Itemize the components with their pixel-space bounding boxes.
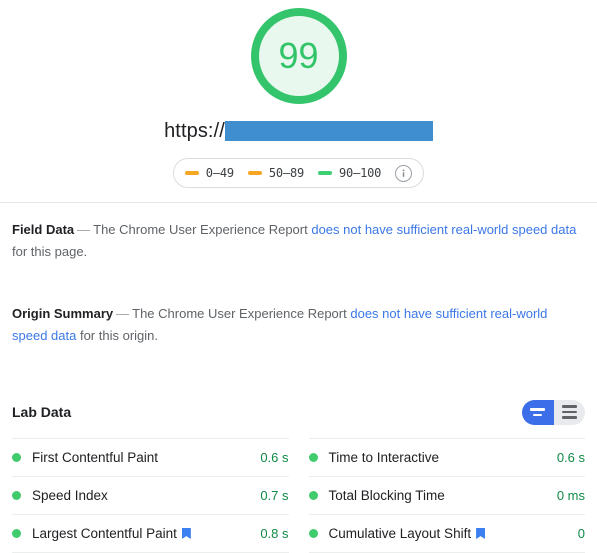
legend-item-average: 50–89 (247, 166, 305, 180)
origin-summary-text-before: The Chrome User Experience Report (132, 306, 347, 321)
status-dot-good (308, 529, 318, 538)
list-bar-3 (561, 416, 577, 419)
url-redaction-bar (224, 121, 433, 141)
table-row[interactable]: Largest Contentful Paint 0.8 s (12, 514, 289, 553)
analyzed-url: https:// (164, 118, 433, 144)
url-scheme: https:// (164, 119, 225, 142)
legend-label-good: 90–100 (339, 166, 382, 180)
metric-value: 0 (577, 526, 585, 541)
table-row[interactable]: First Contentful Paint 0.6 s (12, 438, 289, 476)
legend-item-good: 90–100 (318, 166, 381, 180)
toggle-list-view[interactable] (553, 399, 585, 425)
score-legend[interactable]: 0–49 50–89 90–100 (172, 158, 425, 188)
metric-label: Cumulative Layout Shift (328, 526, 472, 541)
score-section: 99 https:// 0–49 50–89 90–100 (0, 0, 597, 188)
header-divider (0, 202, 597, 203)
legend-dash-good (318, 171, 333, 175)
field-data-text-after: for this page. (12, 244, 88, 259)
core-web-vital-badge-icon (181, 528, 191, 539)
metric-value: 0.7 s (260, 488, 289, 503)
info-icon[interactable] (395, 164, 413, 182)
compact-bar-1 (530, 408, 546, 411)
status-dot-good (12, 491, 21, 500)
view-toggle[interactable] (522, 399, 585, 425)
metric-label: First Contentful Paint (32, 450, 159, 465)
legend-label-poor: 0–49 (205, 166, 234, 180)
metric-label: Speed Index (32, 488, 108, 503)
lab-data-header: Lab Data (0, 399, 597, 425)
performance-score-gauge[interactable]: 99 (250, 8, 347, 104)
list-bar-1 (561, 405, 577, 408)
metric-label: Total Blocking Time (328, 488, 445, 503)
origin-summary-title: Origin Summary (12, 306, 114, 321)
table-row[interactable]: Time to Interactive 0.6 s (308, 438, 585, 476)
performance-score-value: 99 (278, 35, 319, 76)
toggle-compact-view[interactable] (522, 399, 554, 425)
status-dot-good (12, 529, 21, 538)
status-dot-good (12, 453, 21, 462)
field-data-dash: — (77, 222, 91, 237)
status-dot-good (308, 453, 318, 462)
table-row[interactable]: Cumulative Layout Shift 0 (308, 514, 585, 553)
metric-value: 0 ms (556, 488, 585, 503)
metric-value: 0.6 s (556, 450, 585, 465)
metric-label: Time to Interactive (328, 450, 440, 465)
origin-summary-section: Origin Summary — The Chrome User Experienc… (0, 303, 597, 347)
metric-value: 0.8 s (260, 526, 289, 541)
field-data-link[interactable]: does not have sufficient real-world spee… (311, 222, 576, 237)
table-row[interactable]: Speed Index 0.7 s (12, 476, 289, 514)
legend-dash-poor (184, 171, 199, 175)
table-row[interactable]: Total Blocking Time 0 ms (308, 476, 585, 514)
legend-dash-average (247, 171, 262, 175)
compact-bar-2 (533, 413, 543, 416)
metric-value: 0.6 s (260, 450, 289, 465)
origin-summary-text-after: for this origin. (79, 328, 159, 343)
origin-summary-dash: — (116, 306, 130, 321)
legend-label-average: 50–89 (268, 166, 305, 180)
list-bar-2 (561, 410, 577, 414)
status-dot-good (308, 491, 318, 500)
field-data-section: Field Data — The Chrome User Experience Re… (0, 219, 597, 263)
lab-data-title: Lab Data (12, 404, 72, 420)
field-data-title: Field Data (12, 222, 75, 237)
metric-label: Largest Contentful Paint (32, 526, 177, 541)
legend-item-poor: 0–49 (184, 166, 234, 180)
field-data-text-before: The Chrome User Experience Report (93, 222, 308, 237)
core-web-vital-badge-icon (476, 528, 486, 539)
